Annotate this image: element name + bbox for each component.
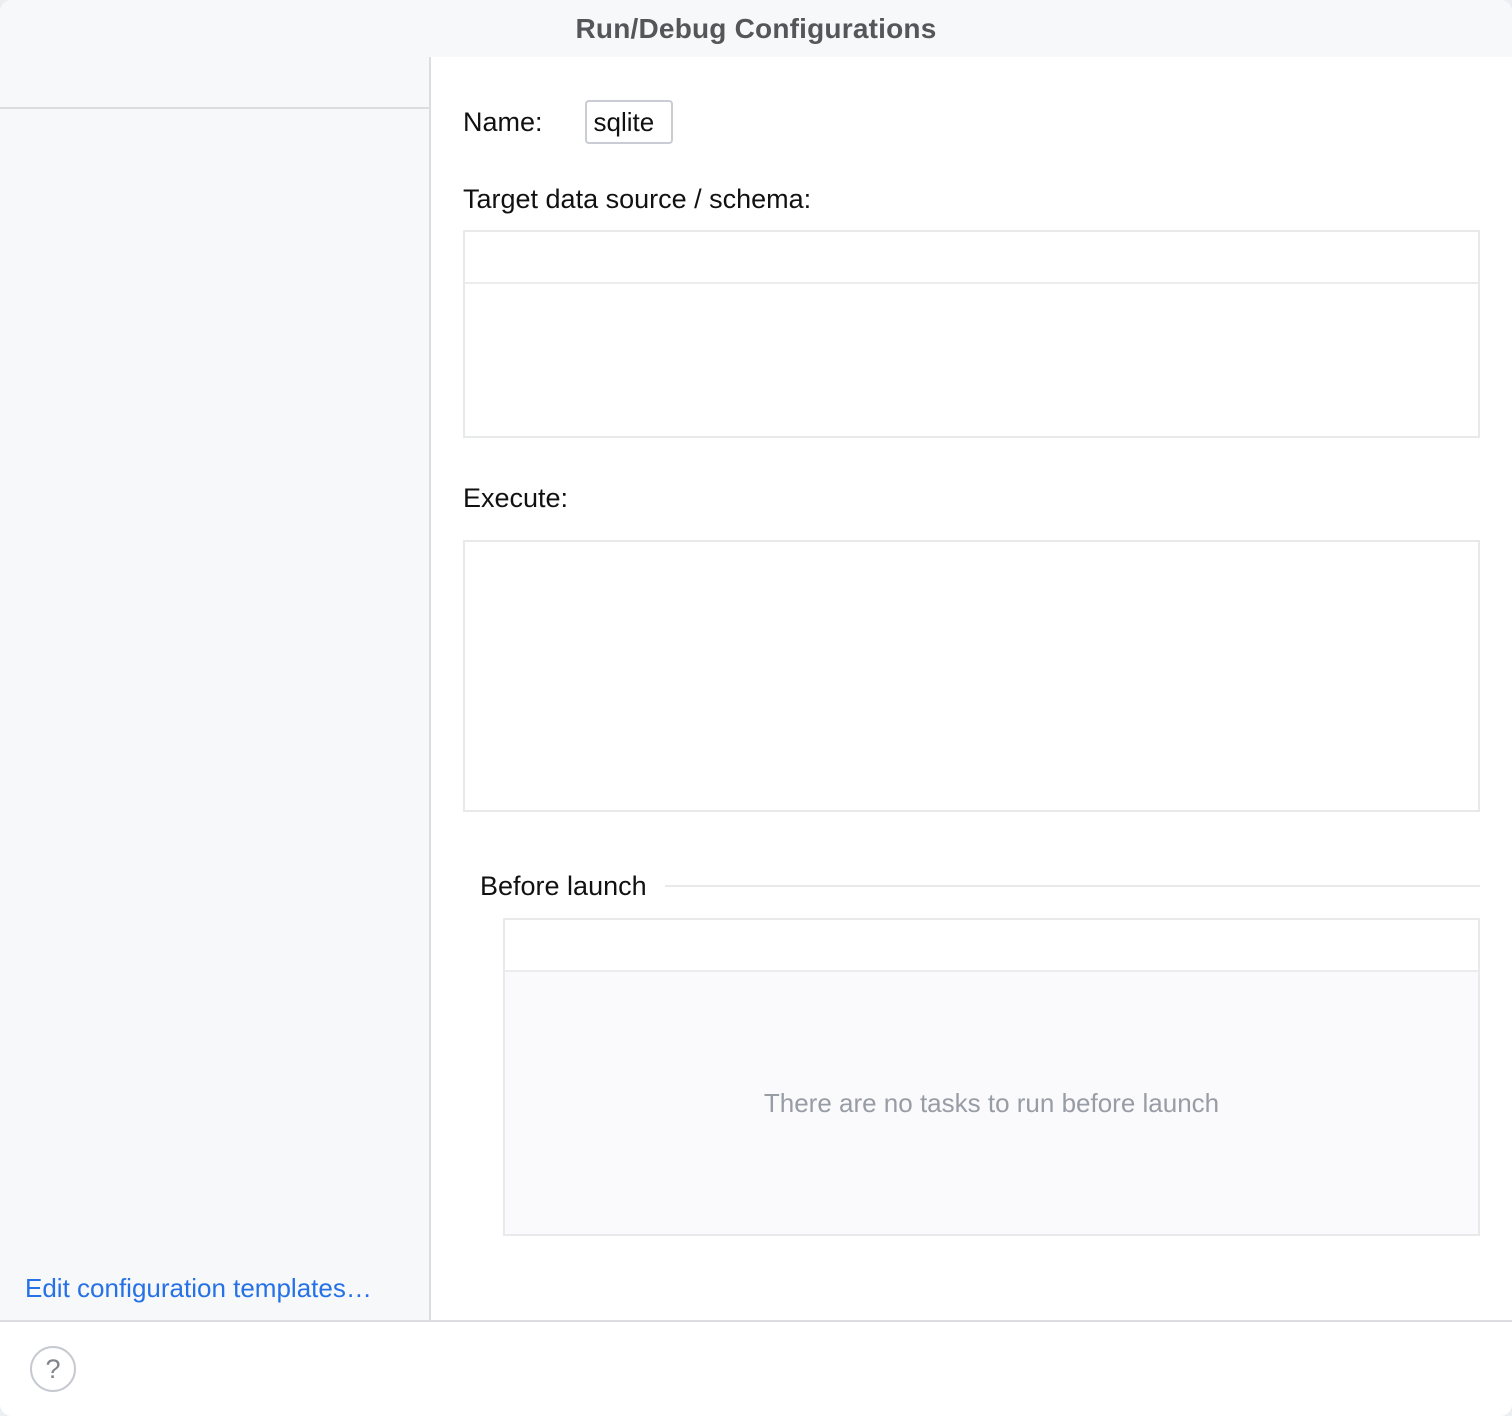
before-launch-toolbar — [505, 920, 1478, 972]
dialog-title: Run/Debug Configurations — [576, 13, 937, 45]
configuration-editor: Name: Target data source / schema: Execu… — [433, 57, 1512, 1320]
run-debug-configurations-dialog: Run/Debug Configurations Edit configurat… — [0, 0, 1512, 1416]
target-toolbar — [465, 232, 1478, 284]
before-launch-panel: There are no tasks to run before launch — [503, 918, 1480, 1236]
title-bar: Run/Debug Configurations — [0, 0, 1512, 57]
before-launch-empty-text: There are no tasks to run before launch — [505, 972, 1478, 1234]
page-options-row — [463, 1250, 1480, 1282]
name-input[interactable] — [585, 100, 673, 144]
minimize-window-button[interactable] — [59, 17, 82, 40]
dialog-footer: ? — [0, 1320, 1512, 1416]
divider — [665, 885, 1480, 887]
edit-configuration-templates-link[interactable]: Edit configuration templates… — [25, 1273, 372, 1304]
before-launch-header: Before launch — [463, 870, 1480, 902]
target-data-source-label: Target data source / schema: — [463, 184, 1480, 214]
name-label: Name: — [463, 107, 543, 138]
maximize-window-button[interactable] — [100, 17, 123, 40]
target-data-source-panel — [463, 230, 1480, 438]
script-text-editor[interactable] — [463, 540, 1480, 812]
help-button[interactable]: ? — [30, 1346, 76, 1392]
execute-label: Execute: — [463, 483, 568, 514]
sidebar-toolbar — [0, 57, 429, 109]
close-window-button[interactable] — [18, 17, 41, 40]
configurations-sidebar: Edit configuration templates… — [0, 57, 431, 1320]
configurations-tree — [0, 109, 429, 1320]
before-launch-label: Before launch — [480, 871, 647, 902]
